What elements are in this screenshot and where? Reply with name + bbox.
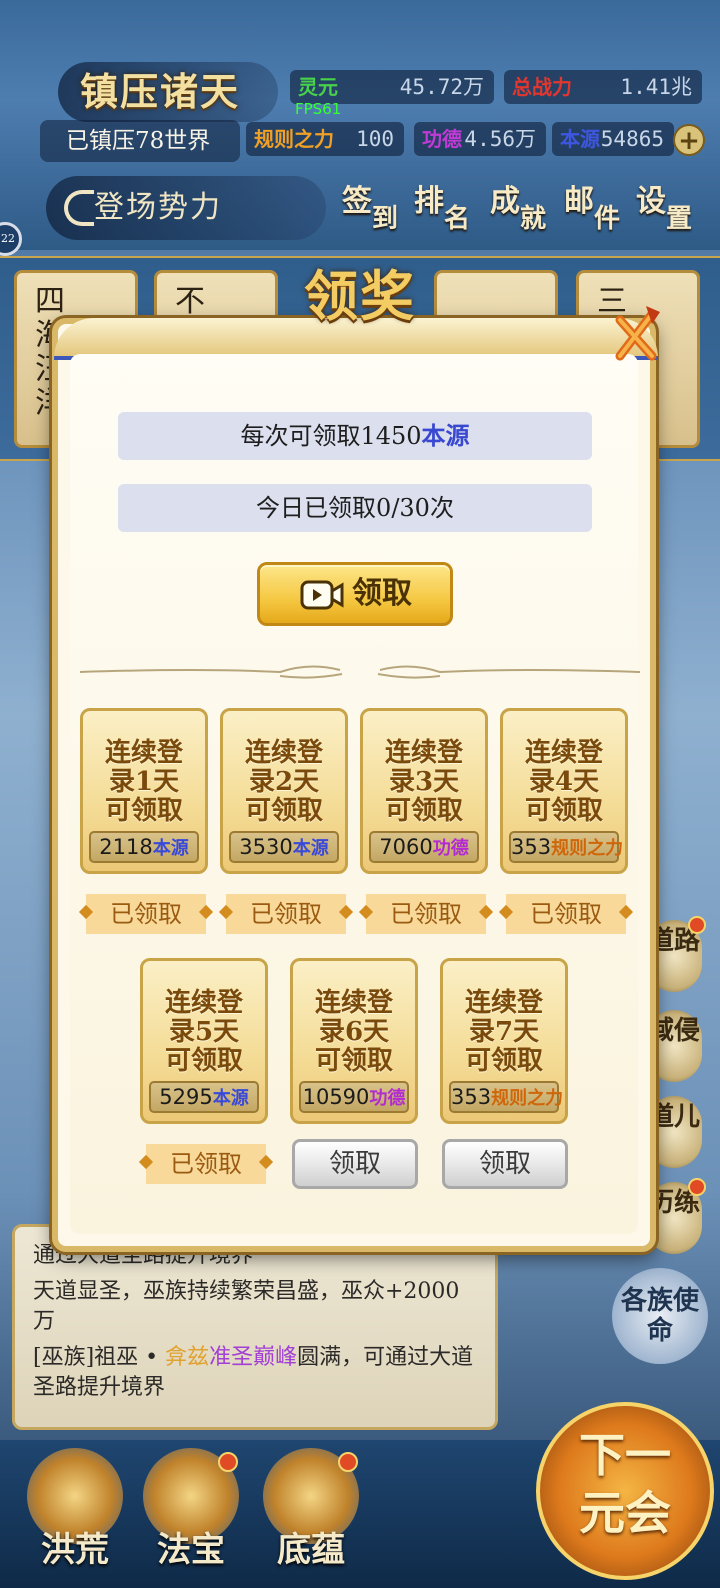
ornamental-divider [80,665,640,679]
login-reward-day5: 连续登录5天可领取 5295本源 [140,958,268,1124]
faction-button-label: 登场势力 [94,190,222,225]
next-era-button[interactable]: 下一元会 [536,1402,714,1580]
faction-button[interactable]: 登场势力 [46,176,326,240]
stat-total-power: 总战力 1.41兆 [504,70,702,104]
video-camera-icon [300,580,344,610]
event-info-panel: 通过大道圣路提升境界 天道显圣，巫族持续繁荣昌盛，巫众+2000万 [巫族]祖巫… [12,1224,498,1430]
login-reward-day3: 连续登录3天可领取 7060功德 [360,708,488,874]
reward-amount: 5295本源 [149,1081,259,1113]
claim-button-day7[interactable]: 领取 [442,1139,568,1189]
ranking-button[interactable]: 排名 [410,172,482,238]
login-reward-day2: 连续登录2天可领取 3530本源 [220,708,348,874]
watch-ad-claim-button[interactable]: 领取 [257,562,453,626]
modal-title: 领奖 [304,264,416,328]
signin-button[interactable]: 签到 [338,172,410,238]
login-reward-day6: 连续登录6天可领取 10590功德 [290,958,418,1124]
stat-origin: 本源 54865 [552,122,674,156]
reward-amount: 353规则之力 [449,1081,563,1113]
claimed-badge-day4: 已领取 [506,894,626,934]
settings-button[interactable]: 设置 [632,172,704,238]
close-icon[interactable] [612,302,664,362]
reward-amount: 353规则之力 [509,831,623,863]
event-line: [巫族]祖巫 • 弇兹准圣巅峰圆满，可通过大道圣路提升境界 [33,1345,474,1400]
claimed-badge-day5: 已领取 [146,1144,266,1184]
notification-dot [218,1452,238,1472]
clan-mission-button[interactable]: 各族使命 [612,1268,708,1364]
login-reward-day1: 连续登录1天可领取 2118本源 [80,708,208,874]
stat-merit: 功德 4.56万 [414,122,546,156]
tab-heritage[interactable]: 底蕴 [256,1448,366,1578]
claimed-badge-day1: 已领取 [86,894,206,934]
suppressed-worlds-label: 已镇压78世界 [40,120,240,162]
notification-dot [338,1452,358,1472]
notification-dot [688,916,706,934]
sect-title: 镇压诸天 [58,62,278,122]
event-line: 天道显圣，巫族持续繁荣昌盛，巫众+2000万 [33,1279,460,1334]
claim-button-day6[interactable]: 领取 [292,1139,418,1189]
reward-amount: 7060功德 [369,831,479,863]
tab-honghuang[interactable]: 洪荒 [20,1448,130,1578]
per-claim-amount: 每次可领取1450本源 [118,412,592,460]
claimed-badge-day3: 已领取 [366,894,486,934]
reward-amount: 2118本源 [89,831,199,863]
add-resource-button[interactable]: + [673,124,705,156]
fps-counter: FPS61 [295,100,342,118]
reward-amount: 10590功德 [299,1081,409,1113]
today-claim-count: 今日已领取0/30次 [118,484,592,532]
stat-rule-power: 规则之力 100 [246,122,404,156]
login-reward-day7: 连续登录7天可领取 353规则之力 [440,958,568,1124]
notification-dot [688,1178,706,1196]
mail-button[interactable]: 邮件 [560,172,632,238]
crescent-icon [64,190,94,226]
claimed-badge-day2: 已领取 [226,894,346,934]
reward-amount: 3530本源 [229,831,339,863]
login-reward-day4: 连续登录4天可领取 353规则之力 [500,708,628,874]
tab-treasure[interactable]: 法宝 [136,1448,246,1578]
stat-lingyuan: 灵元 45.72万 [290,70,494,104]
achievement-button[interactable]: 成就 [486,172,558,238]
